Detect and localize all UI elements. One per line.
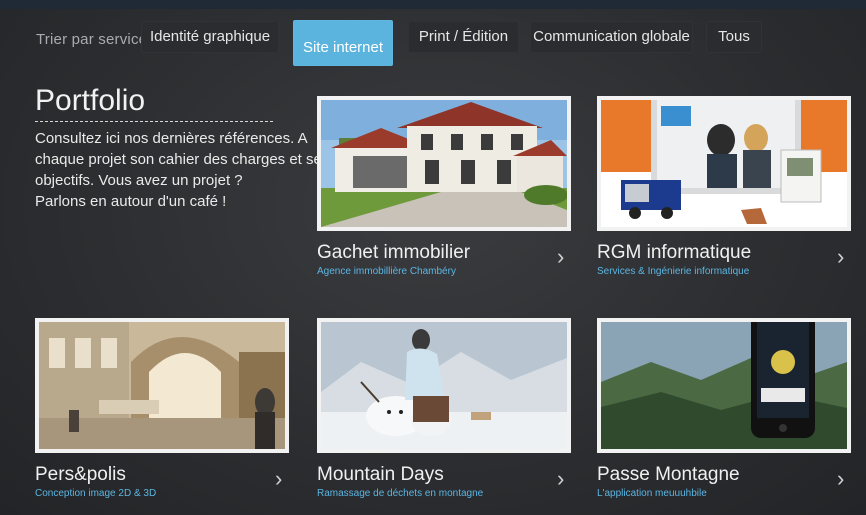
tab-communication-globale[interactable]: Communication globale bbox=[530, 21, 693, 53]
chevron-right-icon[interactable]: › bbox=[557, 244, 564, 270]
project-title[interactable]: Gachet immobilier bbox=[317, 242, 470, 264]
house-photo[interactable] bbox=[317, 96, 571, 231]
project-title[interactable]: RGM informatique bbox=[597, 242, 751, 264]
chevron-right-icon[interactable]: › bbox=[275, 466, 282, 492]
intro-line: objectifs. Vous avez un projet ? bbox=[35, 172, 243, 189]
intro-line: Parlons en autour d'un café ! bbox=[35, 193, 227, 210]
service-filter-bar: Trier par service : Identité graphique S… bbox=[0, 9, 866, 66]
project-title[interactable]: Passe Montagne bbox=[597, 464, 740, 486]
interior-3d-render[interactable] bbox=[35, 318, 289, 453]
title-divider bbox=[35, 121, 273, 122]
page-title: Portfolio bbox=[35, 84, 146, 117]
intro-line: chaque projet son cahier des charges et … bbox=[35, 151, 330, 168]
project-subtitle: Ramassage de déchets en montagne bbox=[317, 488, 484, 499]
project-subtitle: Services & Ingénierie informatique bbox=[597, 266, 750, 277]
chevron-right-icon[interactable]: › bbox=[837, 466, 844, 492]
top-strip bbox=[0, 0, 866, 9]
project-subtitle: Agence immobillière Chambéry bbox=[317, 266, 456, 277]
phone-app-photo[interactable] bbox=[597, 318, 851, 453]
project-subtitle: Conception image 2D & 3D bbox=[35, 488, 157, 499]
project-subtitle: L'application meuuuhbile bbox=[597, 488, 707, 499]
chevron-right-icon[interactable]: › bbox=[837, 244, 844, 270]
filter-label: Trier par service : bbox=[36, 31, 156, 48]
tab-tous[interactable]: Tous bbox=[706, 21, 762, 53]
intro-text: Consultez ici nos dernières références. … bbox=[35, 128, 330, 212]
project-title[interactable]: Pers&polis bbox=[35, 464, 126, 486]
snowman-photo[interactable] bbox=[317, 318, 571, 453]
tab-print-edition[interactable]: Print / Édition bbox=[408, 21, 519, 53]
project-title[interactable]: Mountain Days bbox=[317, 464, 444, 486]
sage-software-photo[interactable] bbox=[597, 96, 851, 231]
tab-site-internet[interactable]: Site internet bbox=[293, 20, 393, 66]
chevron-right-icon[interactable]: › bbox=[557, 466, 564, 492]
intro-line: Consultez ici nos dernières références. … bbox=[35, 130, 308, 147]
tab-identite-graphique[interactable]: Identité graphique bbox=[141, 21, 279, 53]
